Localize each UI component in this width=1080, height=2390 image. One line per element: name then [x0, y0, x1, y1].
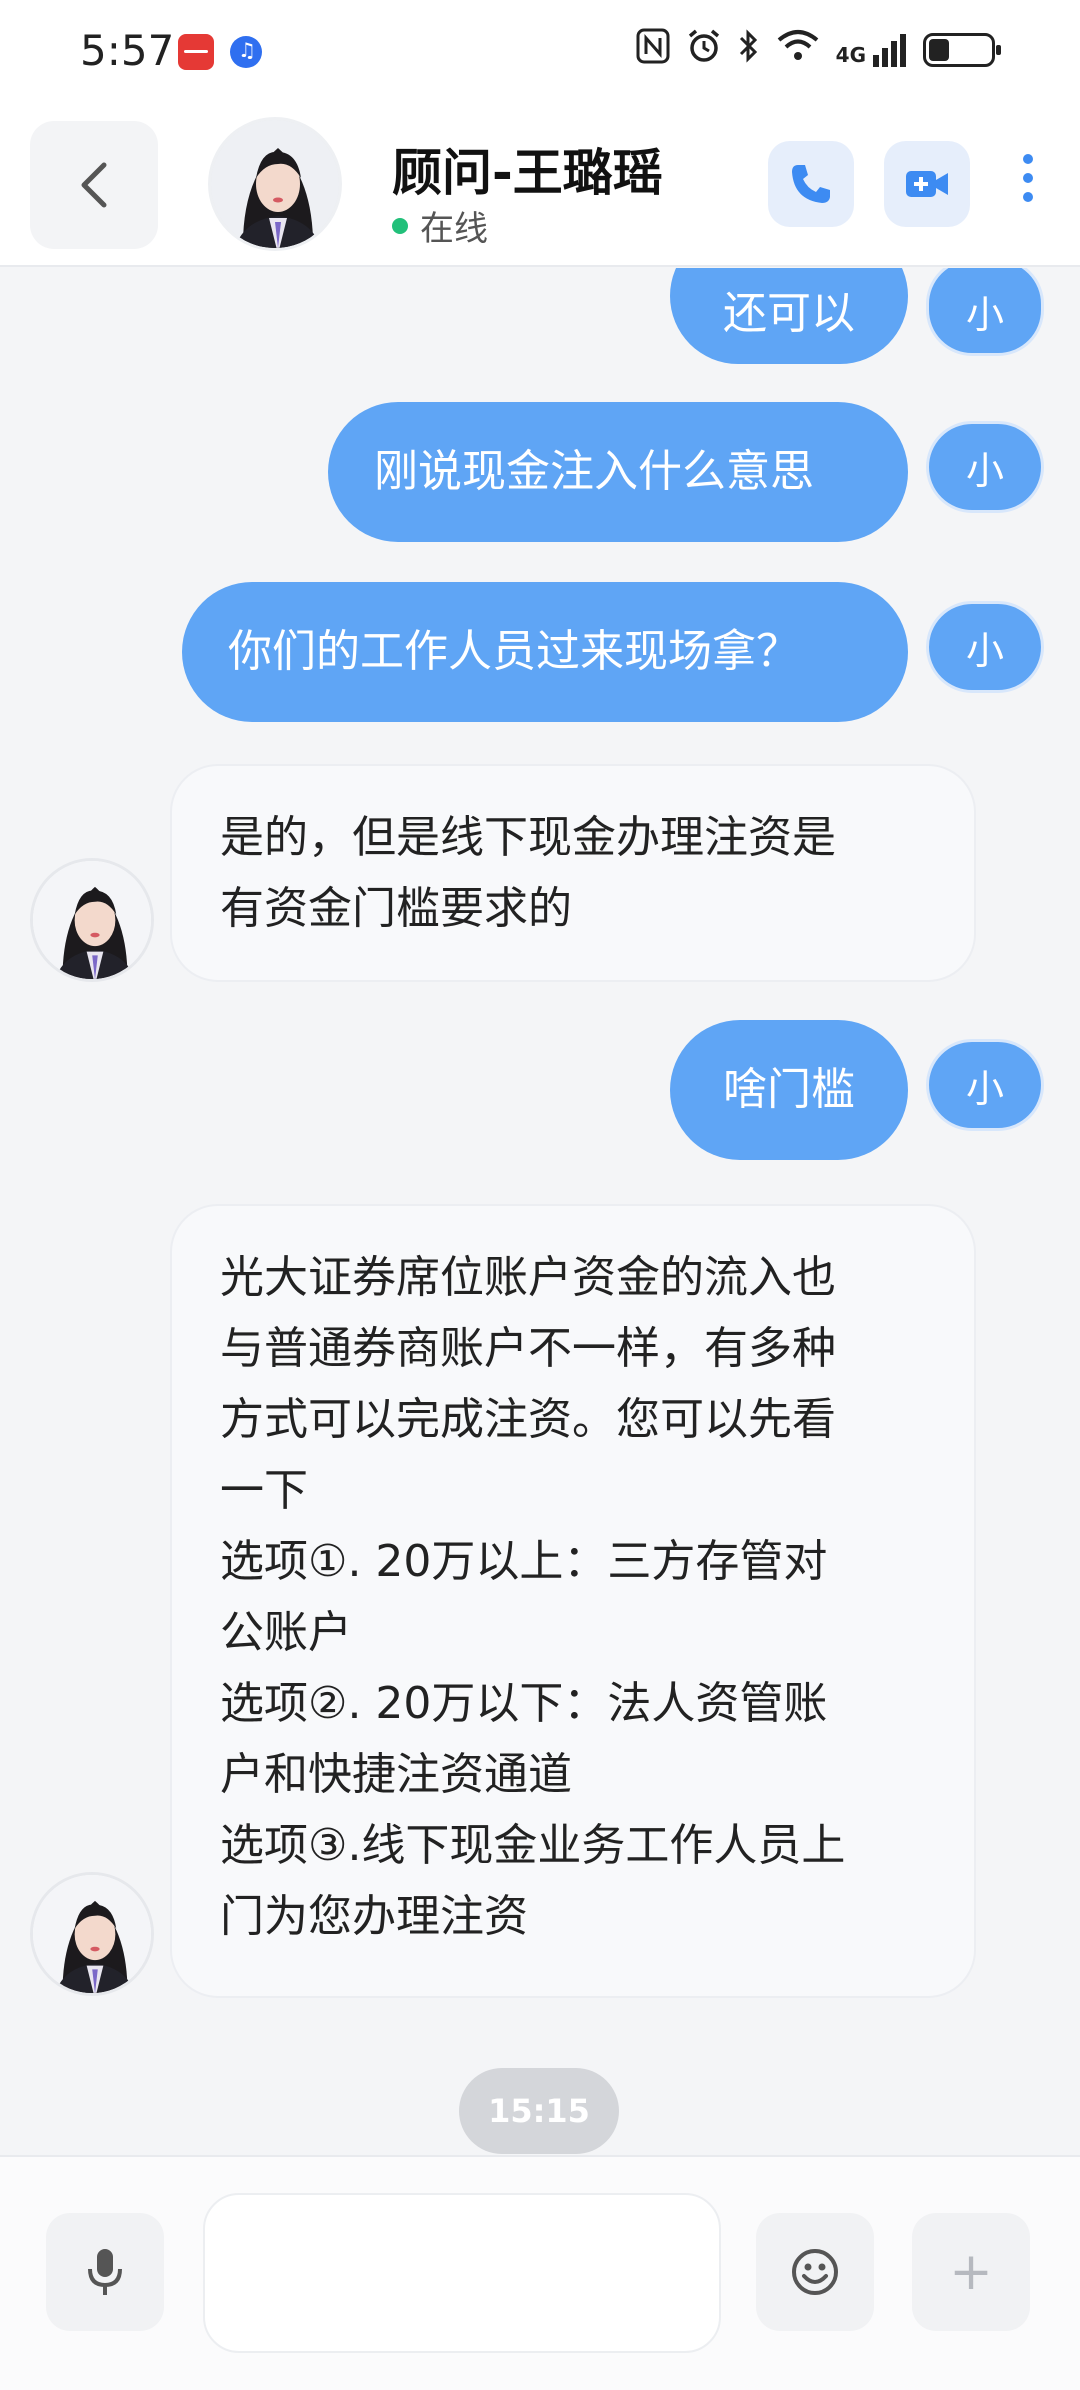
message-line: 是的，但是线下现金办理注资是 — [220, 812, 836, 863]
status-bar: 5:57 4G — [0, 0, 1080, 105]
agent-avatar[interactable] — [30, 858, 154, 982]
more-options-button[interactable] — [1010, 145, 1046, 225]
incoming-message[interactable]: 是的，但是线下现金办理注资是 有资金门槛要求的 — [170, 764, 976, 982]
user-avatar-label: 小 — [965, 628, 1004, 673]
network-type-label: 4G — [835, 43, 866, 67]
emoji-button[interactable] — [756, 2213, 874, 2331]
alarm-icon — [686, 28, 722, 72]
message-line: 门为您办理注资 — [220, 1891, 528, 1942]
contact-avatar[interactable] — [208, 117, 342, 251]
message-text: 还可以 — [723, 288, 855, 339]
more-dot-icon — [1023, 173, 1033, 183]
battery-icon — [923, 33, 1001, 67]
voice-call-button[interactable] — [768, 141, 854, 227]
incoming-message[interactable]: 光大证券席位账户资金的流入也 与普通券商账户不一样，有多种 方式可以完成注资。您… — [170, 1204, 976, 1998]
message-line: 选项②. 20万以下：法人资管账 — [220, 1678, 828, 1729]
user-avatar[interactable]: 小 — [926, 268, 1044, 356]
online-status: 在线 — [392, 201, 488, 250]
phone-icon — [792, 165, 830, 203]
smiley-icon — [792, 2249, 838, 2295]
chat-header: 顾问-王璐瑶 在线 — [0, 105, 1080, 267]
user-avatar[interactable]: 小 — [926, 601, 1044, 693]
message-line: 方式可以完成注资。您可以先看 — [220, 1394, 836, 1445]
outgoing-message[interactable]: 啥门槛 — [670, 1020, 908, 1160]
outgoing-message[interactable]: 还可以 — [670, 268, 908, 364]
outgoing-message[interactable]: 你们的工作人员过来现场拿？ — [182, 582, 908, 722]
time-divider: 15:15 — [459, 2068, 619, 2154]
agent-avatar[interactable] — [30, 1872, 154, 1996]
message-line: 一下 — [220, 1465, 308, 1516]
message-line: 选项①. 20万以上：三方存管对 — [220, 1536, 828, 1587]
more-dot-icon — [1023, 192, 1033, 202]
user-avatar-label: 小 — [965, 1066, 1004, 1111]
video-call-button[interactable] — [884, 141, 970, 227]
video-camera-icon — [906, 171, 948, 197]
chat-screen: 5:57 4G — [0, 0, 1080, 2390]
microphone-icon — [88, 2249, 122, 2295]
voice-input-button[interactable] — [46, 2213, 164, 2331]
message-line: 户和快捷注资通道 — [220, 1749, 572, 1800]
online-status-text: 在线 — [420, 209, 488, 249]
more-dot-icon — [1023, 154, 1033, 164]
contact-name: 顾问-王璐瑶 — [392, 144, 663, 202]
message-list[interactable]: 还可以 小 刚说现金注入什么意思 小 你们的工作人员过来现场拿？ 小 是的，但是… — [0, 268, 1080, 2155]
user-avatar[interactable]: 小 — [926, 421, 1044, 513]
music-app-icon — [230, 36, 262, 68]
status-time: 5:57 — [80, 26, 175, 75]
status-icons: 4G — [636, 28, 1001, 72]
online-dot-icon — [392, 217, 408, 234]
signal-icon: 4G — [836, 33, 907, 67]
message-line: 选项③.线下现金业务工作人员上 — [220, 1820, 846, 1871]
message-input[interactable] — [203, 2193, 721, 2353]
message-line: 与普通券商账户不一样，有多种 — [220, 1323, 836, 1374]
user-avatar-label: 小 — [965, 292, 1004, 337]
huawei-app-icon — [178, 34, 214, 70]
plus-button[interactable]: + — [912, 2213, 1030, 2331]
user-avatar-label: 小 — [965, 448, 1004, 493]
back-button[interactable] — [30, 121, 158, 249]
user-avatar[interactable]: 小 — [926, 1039, 1044, 1131]
nfc-icon — [636, 28, 670, 72]
input-bar: + — [0, 2155, 1080, 2390]
message-text: 刚说现金注入什么意思 — [374, 446, 814, 497]
outgoing-message[interactable]: 刚说现金注入什么意思 — [328, 402, 908, 542]
bluetooth-icon — [738, 28, 760, 72]
message-text: 你们的工作人员过来现场拿？ — [228, 626, 800, 677]
message-line: 光大证券席位账户资金的流入也 — [220, 1252, 836, 1303]
message-text: 啥门槛 — [723, 1064, 855, 1115]
message-line: 公账户 — [220, 1607, 352, 1658]
message-line: 有资金门槛要求的 — [220, 883, 572, 934]
wifi-icon — [776, 28, 820, 72]
chevron-left-icon — [81, 162, 107, 208]
